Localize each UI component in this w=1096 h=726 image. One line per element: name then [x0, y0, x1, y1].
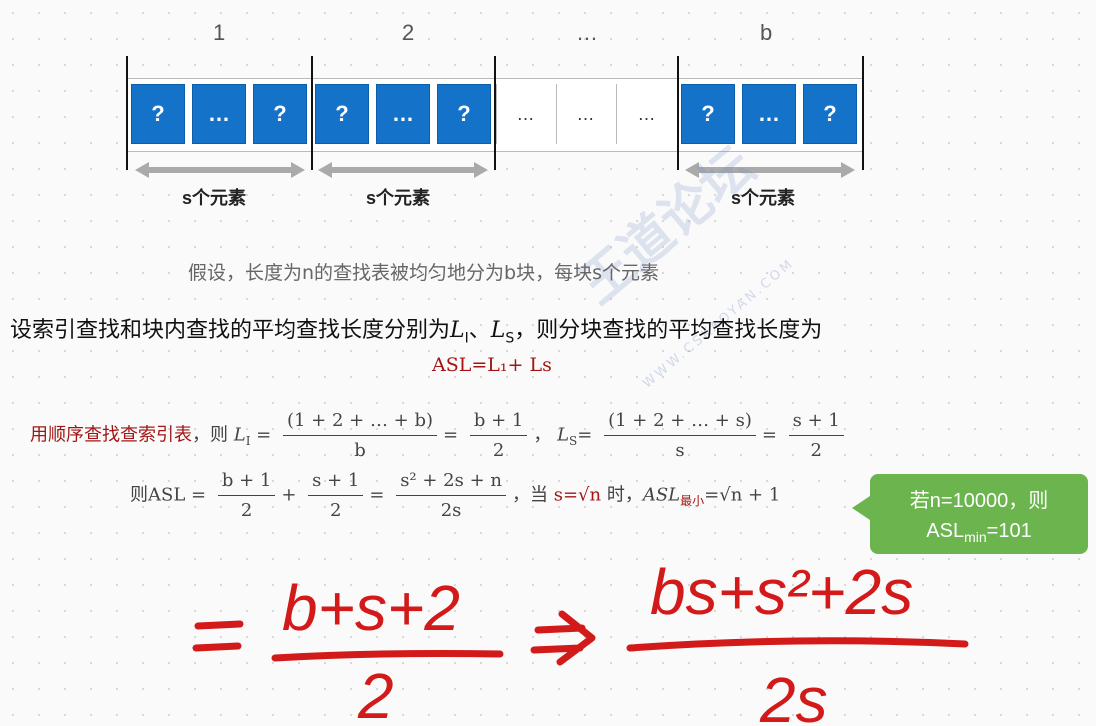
block-divider: [311, 56, 313, 170]
hand-fraction-bar-right: [626, 637, 969, 652]
blockb-cell-middle: …: [742, 84, 796, 144]
frac-bottom: 2: [492, 440, 505, 461]
frac-bottom: 2: [240, 500, 253, 521]
block-divider: [862, 56, 864, 170]
formula2-condition: s=√n: [553, 484, 602, 506]
formula1-tail: ，则: [192, 424, 228, 446]
frac-top: s + 1: [308, 470, 364, 496]
hand-equals-bottom: [192, 642, 242, 652]
gap-cell: …: [616, 84, 676, 144]
block1-cell-first: ?: [131, 84, 185, 144]
frac-bottom: 2: [810, 440, 822, 461]
block2-cell-last: ?: [437, 84, 491, 144]
callout-value: =101: [986, 520, 1032, 542]
formula2-result-sub: 最小: [680, 494, 705, 509]
frac-top: b + 1: [217, 470, 276, 496]
hand-right-denominator: 2s: [759, 664, 828, 726]
frac-bottom: s: [675, 440, 685, 461]
intro-sep: 、: [468, 318, 491, 343]
handwritten-annotation: b+s+2 2 bs+s²+2s 2s: [192, 556, 969, 726]
hand-fraction-bar-left: [271, 650, 504, 662]
block1-cell-last: ?: [253, 84, 307, 144]
frac-bottom: b: [354, 440, 366, 461]
fraction-s-plus-1-over-2: s + 1 2: [308, 470, 364, 521]
frac-top: s + 1: [788, 410, 844, 436]
block-size-label: s个元素: [366, 188, 431, 208]
hand-equals-top: [194, 620, 244, 630]
formula2-result-label: ASL: [642, 484, 681, 506]
ls-sub: S: [505, 330, 515, 347]
block-size-label: s个元素: [182, 188, 247, 208]
fraction-combined: s² + 2s + n 2s: [396, 470, 506, 521]
watermark-logo: 王道论坛: [568, 136, 767, 316]
formula1-ls: L: [557, 424, 570, 446]
block-divider: [677, 56, 679, 170]
formula-sequential-index: 用顺序查找查索引表，则 LI = (1 + 2 + … + b) b = b + 1…: [30, 410, 850, 461]
frac-top: (1 + 2 + … + b): [282, 410, 438, 436]
fraction-sum-s: (1 + 2 + … + s) s: [604, 410, 756, 461]
intro-text-before: 设索引查找和块内查找的平均查找长度分别为: [10, 318, 451, 343]
formula1-prefix: 用: [30, 424, 48, 446]
hand-left-numerator: b+s+2: [282, 572, 460, 644]
frac-top: b + 1: [469, 410, 528, 436]
block-divider: [126, 56, 128, 170]
fraction-b-plus-1: b + 1 2: [469, 410, 528, 461]
fraction-sum-b: (1 + 2 + … + b) b: [282, 410, 438, 461]
block-label-b: b: [760, 20, 773, 45]
formula2-when2: 时，: [606, 484, 643, 506]
blockb-cell-last: ?: [803, 84, 857, 144]
intro-line: 设索引查找和块内查找的平均查找长度分别为LI、LS，则分块查找的平均查找长度为: [10, 312, 822, 346]
asl-formula: ASL=L₁+ Ls: [432, 354, 552, 376]
formula1-eq: =: [250, 424, 272, 446]
formula2-when: ，当: [511, 484, 548, 506]
formula1-li: L: [233, 424, 246, 446]
hand-right-numerator: bs+s²+2s: [650, 556, 913, 628]
block-label-ellipsis: …: [576, 20, 598, 45]
gap-cell: …: [496, 84, 554, 144]
formula2-prefix: 则ASL =: [130, 484, 207, 506]
hand-implies-arrow: [530, 610, 596, 666]
assumption-text: 假设，长度为n的查找表被均匀地分为b块，每块s个元素: [188, 262, 660, 284]
fraction-s-plus-1: s + 1 2: [788, 410, 844, 461]
callout-asl: ASL: [926, 520, 965, 542]
callout-line1: 若n=10000，则: [909, 490, 1049, 512]
block2-cell-first: ?: [315, 84, 369, 144]
frac-bottom: 2: [330, 500, 342, 521]
gap-cell: …: [556, 84, 614, 144]
formula1-comma: ，: [533, 424, 552, 446]
formula1-ls-sub: S: [569, 434, 578, 449]
block1-cell-middle: …: [192, 84, 246, 144]
intro-text-after: ，则分块查找的平均查找长度为: [514, 318, 823, 343]
ls-var: L: [490, 318, 506, 343]
block-label-1: 1: [213, 20, 226, 45]
double-arrow-icon: [135, 162, 305, 178]
hand-left-denominator: 2: [357, 660, 394, 726]
formula1-method: 顺序查找查索引表: [48, 424, 192, 446]
formula2-plus: +: [281, 484, 297, 506]
block2-cell-middle: …: [376, 84, 430, 144]
frac-bottom: 2s: [440, 500, 462, 521]
block-label-2: 2: [402, 20, 415, 45]
formula-total-asl: 则ASL = b + 1 2 + s + 1 2 = s² + 2s + n 2s ，当 s…: [130, 470, 781, 521]
formula2-result-val: =√n + 1: [704, 484, 781, 506]
frac-top: s² + 2s + n: [396, 470, 506, 496]
fraction-b-plus-1-over-2: b + 1 2: [217, 470, 276, 521]
double-arrow-icon: [318, 162, 488, 178]
li-var: L: [450, 318, 465, 343]
frac-top: (1 + 2 + … + s): [604, 410, 756, 436]
